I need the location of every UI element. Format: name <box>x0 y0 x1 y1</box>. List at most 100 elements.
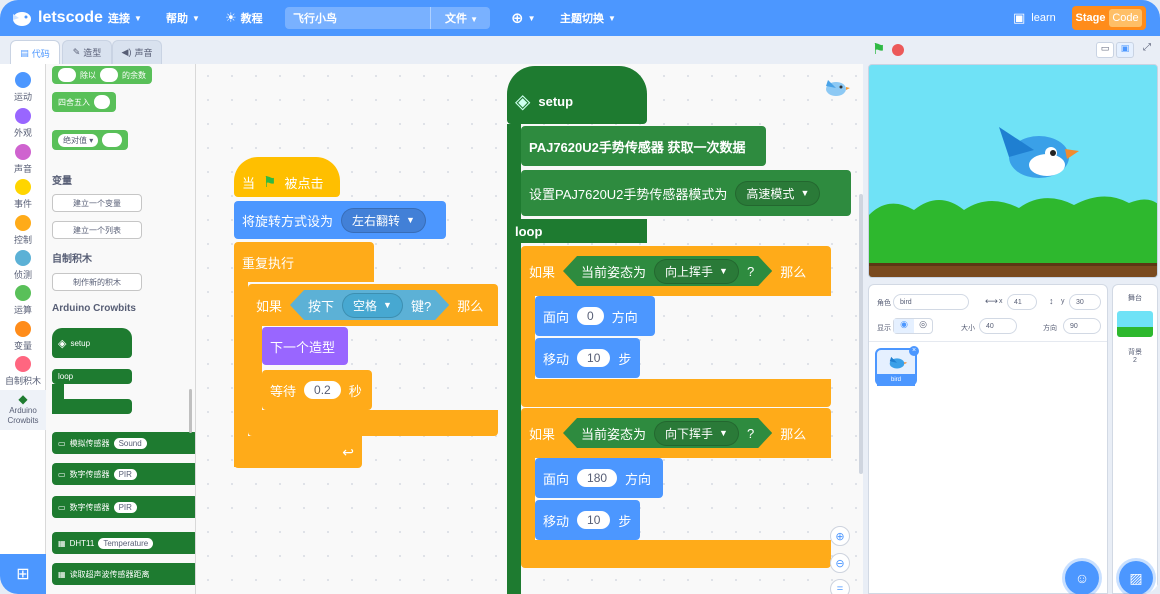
green-flag-icon[interactable]: ⚑ <box>872 40 885 58</box>
palette-sensor-block[interactable]: ▦ 读取超声波传感器距离 <box>52 563 195 585</box>
fullscreen-icon[interactable]: ⤢ <box>1138 42 1156 58</box>
stage-mode-button[interactable]: Stage <box>1072 12 1109 24</box>
set-rotation-style-block[interactable]: 将旋转方式设为 左右翻转 ▼ <box>234 201 446 239</box>
op-rounding-block[interactable]: 四舍五入 <box>52 92 116 112</box>
make-list-button[interactable]: 建立一个列表 <box>52 221 142 239</box>
menu-tutorial[interactable]: ☀ 教程 <box>225 0 263 36</box>
stage-code-toggle[interactable]: Stage Code <box>1072 6 1146 30</box>
code-workspace[interactable]: 当 ⚑ 被点击 将旋转方式设为 左右翻转 ▼ 重复执行 ↩ 如果 按下 空格 ▼ 键? 那么 下一… <box>196 64 863 594</box>
category-motion[interactable]: 运动 <box>0 72 46 103</box>
category-looks[interactable]: 外观 <box>0 108 46 139</box>
learn-button[interactable]: ▣ learn <box>1013 0 1056 36</box>
choose-sprite-button[interactable]: ☺ <box>1065 561 1099 594</box>
sprite-thumbnail[interactable]: bird × <box>875 346 919 386</box>
small-stage-icon[interactable]: ▭ <box>1096 42 1114 58</box>
category-sound[interactable]: 声音 <box>0 144 46 175</box>
large-stage-icon[interactable]: ▣ <box>1116 42 1134 58</box>
sensor-dropdown[interactable]: PIR <box>113 501 137 513</box>
wait-block[interactable]: 等待 0.2 秒 <box>262 370 372 410</box>
delete-sprite-icon[interactable]: × <box>909 346 919 356</box>
category-control[interactable]: 控制 <box>0 215 46 246</box>
visibility-toggle[interactable]: ◉ ◎ <box>893 318 933 334</box>
backdrop-thumbnail[interactable] <box>1117 311 1153 337</box>
move-steps-block[interactable]: 移动 10 步 <box>535 500 640 540</box>
workspace-scrollbar[interactable] <box>859 194 863 474</box>
make-variable-button[interactable]: 建立一个变量 <box>52 194 142 212</box>
block-text: 除以 <box>80 70 96 80</box>
op-abs-dropdown[interactable]: 绝对值 ▾ <box>58 133 99 147</box>
gesture-is-block[interactable]: 当前姿态为 向下挥手 ▼? <box>563 418 772 448</box>
tab-costumes[interactable]: ✎ 造型 <box>62 40 112 64</box>
palette-sensor-block[interactable]: ▭ 数字传感器 PIR <box>52 463 195 485</box>
menu-connect[interactable]: 连接 ▼ <box>108 0 142 36</box>
menu-help[interactable]: 帮助 ▼ <box>166 0 200 36</box>
x-field[interactable]: 41 <box>1007 294 1037 310</box>
steps-input[interactable]: 10 <box>577 511 611 529</box>
sensor-dropdown[interactable]: Temperature <box>98 537 154 549</box>
point-direction-block[interactable]: 面向 180 方向 <box>535 458 663 498</box>
sprite-name-field[interactable]: bird <box>893 294 969 310</box>
category-variables[interactable]: 变量 <box>0 321 46 352</box>
move-steps-block[interactable]: 移动 10 步 <box>535 338 640 378</box>
choose-backdrop-button[interactable]: ▨ <box>1119 561 1153 594</box>
direction-field[interactable]: 90 <box>1063 318 1101 334</box>
gesture-mode-block[interactable]: 设置PAJ7620U2手势传感器模式为 高速模式 ▼ <box>521 170 851 216</box>
key-dropdown[interactable]: 空格 ▼ <box>342 293 403 318</box>
forever-block[interactable]: 重复执行 <box>234 242 374 282</box>
category-myblocks[interactable]: 自制积木 <box>0 356 46 387</box>
eye-open-icon[interactable]: ◉ <box>894 319 914 333</box>
op-round-block[interactable]: 除以 的余数 <box>52 66 152 84</box>
next-costume-block[interactable]: 下一个造型 <box>262 327 348 365</box>
gesture-mode-dropdown[interactable]: 高速模式 ▼ <box>735 180 821 206</box>
palette-sensor-block[interactable]: ▭ 模拟传感器 Sound <box>52 432 195 454</box>
gesture-dropdown[interactable]: 向下挥手 ▼ <box>654 421 739 446</box>
y-field[interactable]: 30 <box>1069 294 1101 310</box>
direction-input[interactable]: 180 <box>577 469 618 487</box>
if-gesture-down-block[interactable]: 如果 当前姿态为 向下挥手 ▼? 那么 <box>521 408 831 458</box>
category-sensing[interactable]: 侦测 <box>0 250 46 281</box>
eye-closed-icon[interactable]: ◎ <box>914 319 932 333</box>
language-menu[interactable]: ⊕ ▼ <box>511 0 536 36</box>
gesture-dropdown[interactable]: 向上挥手 ▼ <box>654 259 739 284</box>
point-direction-block[interactable]: 面向 0 方向 <box>535 296 655 336</box>
category-events[interactable]: 事件 <box>0 179 46 210</box>
sensor-dropdown[interactable]: Sound <box>113 437 147 449</box>
gesture-is-block[interactable]: 当前姿态为 向上挥手 ▼? <box>563 256 772 286</box>
direction-input[interactable]: 0 <box>577 307 604 325</box>
make-block-button[interactable]: 制作新的积木 <box>52 273 142 291</box>
tab-code[interactable]: ▤ 代码 <box>10 40 60 65</box>
menu-file[interactable]: 文件 ▼ <box>445 10 478 26</box>
palette-scrollbar[interactable] <box>189 389 192 433</box>
if-then-block[interactable]: 如果 按下 空格 ▼ 键? 那么 <box>248 284 498 326</box>
stage-canvas[interactable] <box>868 64 1158 278</box>
palette-loop-block[interactable]: loop <box>52 369 132 384</box>
zoom-out-button[interactable]: ⊖ <box>830 553 850 573</box>
category-operators[interactable]: 运算 <box>0 285 46 316</box>
palette-sensor-block[interactable]: ▭ 数字传感器 PIR <box>52 496 195 518</box>
project-title-field[interactable]: 飞行小鸟 文件 ▼ <box>285 7 490 29</box>
setup-block[interactable]: ◈ setup <box>507 66 647 124</box>
loop-block[interactable]: loop <box>507 219 647 243</box>
steps-input[interactable]: 10 <box>577 349 611 367</box>
category-arduino[interactable]: ◆ Arduino Crowbits <box>0 390 46 430</box>
wait-seconds-input[interactable]: 0.2 <box>304 381 341 399</box>
zoom-reset-button[interactable]: = <box>830 579 850 594</box>
stage-selector-panel[interactable]: 舞台 背景 2 ▨ <box>1112 284 1158 594</box>
palette-setup-block[interactable]: ◈ setup <box>52 328 132 358</box>
code-mode-button[interactable]: Code <box>1109 9 1142 27</box>
when-flag-clicked-block[interactable]: 当 ⚑ 被点击 <box>234 157 340 197</box>
zoom-in-button[interactable]: ⊕ <box>830 526 850 546</box>
gesture-read-block[interactable]: PAJ7620U2手势传感器 获取一次数据 <box>521 126 766 166</box>
rotation-style-dropdown[interactable]: 左右翻转 ▼ <box>341 207 426 233</box>
menu-theme[interactable]: 主题切换 ▼ <box>560 0 616 36</box>
if-gesture-up-block[interactable]: 如果 当前姿态为 向上挥手 ▼? 那么 <box>521 246 831 296</box>
op-abs-block[interactable]: 绝对值 ▾ <box>52 130 128 150</box>
stop-icon[interactable] <box>892 44 904 56</box>
sensor-dropdown[interactable]: PIR <box>113 468 137 480</box>
brand-logo[interactable]: letscode <box>10 0 103 36</box>
palette-sensor-block[interactable]: ▦ DHT11 Temperature <box>52 532 195 554</box>
key-pressed-block[interactable]: 按下 空格 ▼ 键? <box>290 290 449 320</box>
tab-sounds[interactable]: ◀) 声音 <box>112 40 162 64</box>
size-field[interactable]: 40 <box>979 318 1017 334</box>
add-extension-button[interactable]: ⊞ <box>0 554 46 594</box>
